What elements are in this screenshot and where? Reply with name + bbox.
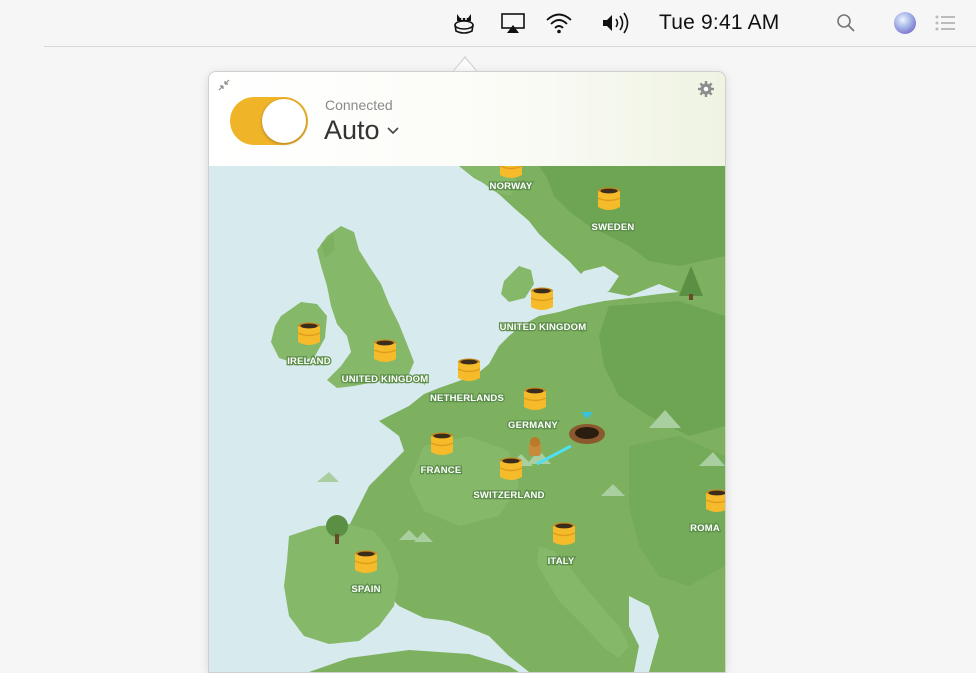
connection-toggle[interactable] <box>230 97 308 145</box>
menu-bar-divider <box>44 46 976 47</box>
label-germany: GERMANY <box>508 420 558 431</box>
chevron-down-icon <box>386 126 399 134</box>
label-uk-north: UNITED KINGDOM <box>500 322 587 333</box>
tunnelbear-popover: Connected Auto NORWAY SWEDEN UNITED KING… <box>208 71 726 673</box>
label-italy: ITALY <box>548 556 575 567</box>
label-spain: SPAIN <box>351 584 380 595</box>
tunnelbear-icon[interactable] <box>453 10 475 36</box>
label-switzerland: SWITZERLAND <box>473 490 544 501</box>
collapse-icon[interactable] <box>217 78 231 92</box>
barrel-france-icon <box>430 431 454 456</box>
label-uk: UNITED KINGDOM <box>342 374 429 385</box>
europe-map[interactable]: NORWAY SWEDEN UNITED KINGDOM IRELAND UNI… <box>209 166 725 672</box>
label-sweden: SWEDEN <box>592 222 635 233</box>
bear-digging-icon <box>529 437 541 456</box>
label-netherlands: NETHERLANDS <box>430 393 504 404</box>
spotlight-icon[interactable] <box>836 10 856 36</box>
barrel-netherlands-icon <box>457 357 481 382</box>
label-romania: ROMA <box>690 523 720 534</box>
connection-header: Connected Auto <box>209 72 725 166</box>
menu-bar-clock[interactable]: Tue 9:41 AM <box>659 11 780 35</box>
location-label: Auto <box>324 115 380 145</box>
volume-icon[interactable] <box>601 10 641 36</box>
label-norway: NORWAY <box>490 181 533 192</box>
label-france: FRANCE <box>421 465 462 476</box>
barrel-germany-icon <box>523 386 547 411</box>
toggle-knob <box>262 99 306 143</box>
location-selector[interactable]: Auto <box>324 115 400 146</box>
barrel-romania-icon <box>705 488 725 513</box>
barrel-spain-icon <box>354 549 378 574</box>
barrel-uk-north-icon <box>530 286 554 311</box>
barrel-switzerland-icon <box>499 456 523 481</box>
popover-arrow-fill <box>453 58 477 72</box>
siri-icon[interactable] <box>893 10 917 36</box>
barrel-uk-icon <box>373 338 397 363</box>
label-ireland: IRELAND <box>287 356 331 367</box>
airplay-icon[interactable] <box>500 10 526 36</box>
barrel-norway-icon <box>499 166 523 179</box>
notification-center-icon[interactable] <box>934 10 956 36</box>
wifi-icon[interactable] <box>545 10 573 36</box>
barrel-sweden-icon <box>597 186 621 211</box>
connection-status: Connected <box>325 97 393 113</box>
gear-icon[interactable] <box>697 80 715 98</box>
barrel-ireland-icon <box>297 321 321 346</box>
menu-bar: Tue 9:41 AM <box>0 0 976 46</box>
barrel-italy-icon <box>552 521 576 546</box>
